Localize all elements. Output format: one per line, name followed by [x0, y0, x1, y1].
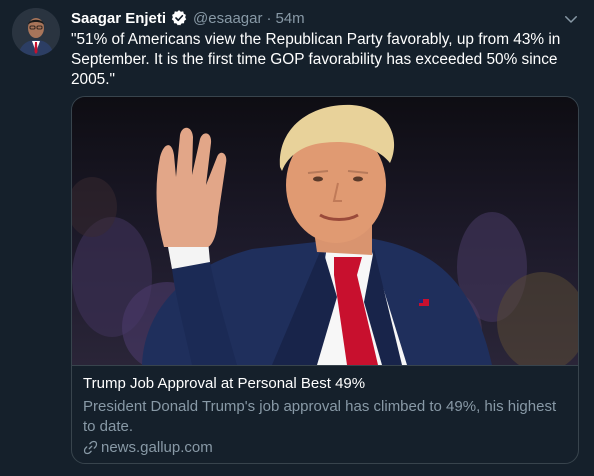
avatar-image	[12, 8, 60, 56]
card-title: Trump Job Approval at Personal Best 49%	[83, 375, 366, 392]
tweet-text: "51% of Americans view the Republican Pa…	[71, 31, 561, 88]
avatar[interactable]	[12, 8, 60, 56]
card-image	[72, 97, 578, 365]
verified-badge-icon	[171, 10, 187, 26]
tweet-header: Saagar Enjeti @esaagar · 54m	[71, 8, 305, 28]
card-domain-text: news.gallup.com	[101, 439, 213, 456]
tweet-timestamp[interactable]: 54m	[275, 10, 304, 27]
link-preview-card[interactable]: Trump Job Approval at Personal Best 49% …	[71, 96, 579, 464]
author-handle[interactable]: @esaagar	[193, 10, 262, 27]
card-domain: news.gallup.com	[83, 439, 213, 456]
card-body: Trump Job Approval at Personal Best 49% …	[72, 365, 578, 463]
author-name[interactable]: Saagar Enjeti	[71, 10, 166, 27]
link-icon	[83, 440, 98, 455]
header-separator: ·	[266, 9, 272, 27]
chevron-down-icon[interactable]	[562, 10, 580, 28]
tweet[interactable]: Saagar Enjeti @esaagar · 54m "51% of Ame…	[0, 0, 594, 476]
card-description: President Donald Trump's job approval ha…	[83, 398, 557, 435]
